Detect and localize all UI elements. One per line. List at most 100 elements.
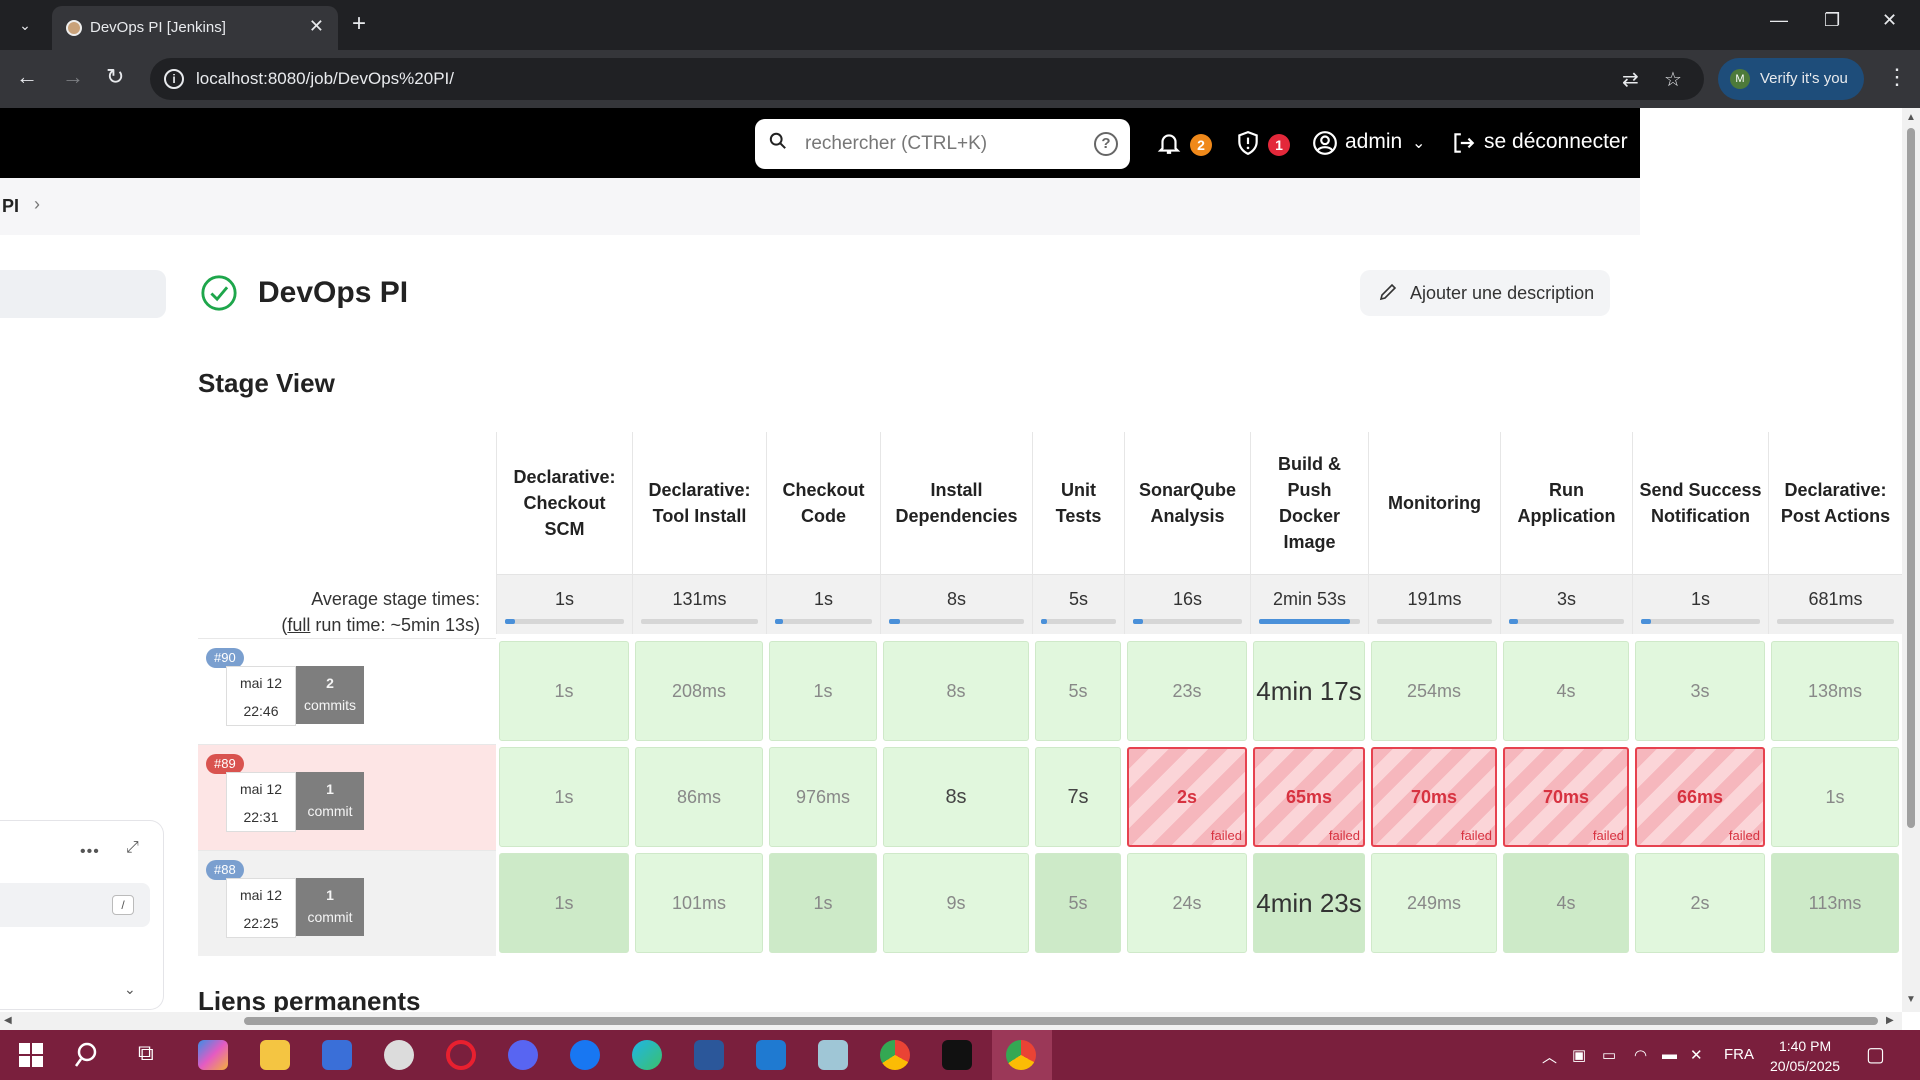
tray-display-icon[interactable]: ▭ bbox=[1602, 1046, 1616, 1064]
translate-icon[interactable]: ⇄ bbox=[1622, 67, 1639, 92]
more-options-icon[interactable]: ••• bbox=[80, 843, 100, 861]
stage-cell-success[interactable]: 8s bbox=[883, 747, 1029, 847]
stage-cell-success[interactable]: 5s bbox=[1035, 641, 1121, 741]
build-number-link[interactable]: #89 bbox=[206, 754, 244, 774]
expand-chevron-icon[interactable]: ⌄ bbox=[124, 981, 136, 998]
microsoft-store-icon[interactable] bbox=[322, 1040, 352, 1070]
stage-cell-success[interactable]: 2s bbox=[1635, 853, 1765, 953]
logout-link[interactable]: se déconnecter bbox=[1484, 130, 1628, 154]
stage-cell-success[interactable]: 113ms bbox=[1771, 853, 1899, 953]
url-text[interactable]: localhost:8080/job/DevOps%20PI/ bbox=[196, 69, 454, 89]
expand-icon[interactable]: ⤢ bbox=[126, 839, 139, 857]
tab-close-icon[interactable]: ✕ bbox=[309, 16, 324, 37]
restore-icon[interactable]: ❐ bbox=[1824, 10, 1840, 31]
build-row[interactable]: #88 mai 12 22:25 1 commit bbox=[198, 850, 496, 956]
breadcrumb-chevron-icon[interactable]: › bbox=[34, 194, 40, 215]
stage-cell-failed[interactable]: 70ms failed bbox=[1503, 747, 1629, 847]
windows-start-icon[interactable] bbox=[16, 1040, 46, 1070]
stage-cell-failed[interactable]: 65ms failed bbox=[1253, 747, 1365, 847]
logout-icon[interactable] bbox=[1450, 130, 1476, 156]
build-date-card[interactable]: mai 12 22:25 bbox=[226, 878, 296, 938]
stage-cell-success[interactable]: 23s bbox=[1127, 641, 1247, 741]
stage-cell-failed[interactable]: 70ms failed bbox=[1371, 747, 1497, 847]
build-filter-input[interactable]: / bbox=[0, 883, 150, 927]
stage-cell-success[interactable]: 24s bbox=[1127, 853, 1247, 953]
stage-cell-success[interactable]: 1s bbox=[499, 747, 629, 847]
build-commits-button[interactable]: 1 commit bbox=[296, 772, 364, 830]
notifications-bell-icon[interactable] bbox=[1156, 130, 1182, 156]
app-pinned-icon[interactable] bbox=[384, 1040, 414, 1070]
notifications-badge[interactable]: 2 bbox=[1190, 134, 1212, 156]
input-language[interactable]: FRA bbox=[1724, 1046, 1754, 1063]
stage-cell-success[interactable]: 1s bbox=[1771, 747, 1899, 847]
verify-profile-button[interactable]: M Verify it's you bbox=[1718, 58, 1864, 100]
tray-overflow-icon[interactable]: ︿ bbox=[1542, 1046, 1557, 1067]
build-commits-button[interactable]: 1 commit bbox=[296, 878, 364, 936]
tab-search-chevron-icon[interactable]: ⌄ bbox=[10, 11, 40, 39]
file-explorer-icon[interactable] bbox=[260, 1040, 290, 1070]
user-avatar-icon[interactable] bbox=[1312, 130, 1338, 156]
vertical-scrollbar[interactable]: ▲ ▼ bbox=[1902, 108, 1920, 1012]
build-number-link[interactable]: #88 bbox=[206, 860, 244, 880]
stage-cell-success[interactable]: 1s bbox=[499, 853, 629, 953]
taskbar-search-icon[interactable] bbox=[74, 1040, 104, 1070]
stage-cell-success[interactable]: 976ms bbox=[769, 747, 877, 847]
breadcrumb-item-job[interactable]: PI bbox=[2, 196, 19, 217]
volume-muted-icon[interactable]: ✕ bbox=[1690, 1046, 1703, 1064]
horizontal-scrollbar[interactable]: ◀ ▶ bbox=[0, 1012, 1902, 1030]
bookmark-star-icon[interactable]: ☆ bbox=[1664, 67, 1682, 92]
address-bar[interactable]: i localhost:8080/job/DevOps%20PI/ ⇄ ☆ bbox=[150, 58, 1704, 100]
stage-cell-success[interactable]: 9s bbox=[883, 853, 1029, 953]
battery-icon[interactable]: ▬ bbox=[1662, 1046, 1677, 1063]
stage-cell-success[interactable]: 254ms bbox=[1371, 641, 1497, 741]
sidebar-active-item[interactable] bbox=[0, 270, 166, 318]
forward-icon[interactable]: → bbox=[62, 64, 84, 90]
search-help-icon[interactable]: ? bbox=[1094, 132, 1118, 156]
window-close-icon[interactable]: ✕ bbox=[1882, 10, 1897, 31]
minimize-icon[interactable]: — bbox=[1770, 10, 1788, 31]
word-icon[interactable] bbox=[694, 1040, 724, 1070]
chrome-profile-icon[interactable] bbox=[1006, 1040, 1036, 1070]
build-date-card[interactable]: mai 12 22:46 bbox=[226, 666, 296, 726]
search-box[interactable]: ? bbox=[755, 119, 1130, 169]
stage-cell-success[interactable]: 4s bbox=[1503, 641, 1629, 741]
stage-cell-success[interactable]: 1s bbox=[769, 641, 877, 741]
system-clock[interactable]: 1:40 PM 20/05/2025 bbox=[1770, 1036, 1840, 1076]
vertical-scroll-thumb[interactable] bbox=[1907, 128, 1915, 828]
scroll-up-arrow-icon[interactable]: ▲ bbox=[1906, 112, 1916, 123]
stage-cell-success[interactable]: 249ms bbox=[1371, 853, 1497, 953]
stage-cell-success[interactable]: 101ms bbox=[635, 853, 763, 953]
stage-cell-success[interactable]: 7s bbox=[1035, 747, 1121, 847]
stage-cell-success[interactable]: 3s bbox=[1635, 641, 1765, 741]
user-dropdown-chevron-icon[interactable]: ⌄ bbox=[1412, 133, 1425, 153]
wifi-icon[interactable]: ◠ bbox=[1634, 1046, 1647, 1064]
back-icon[interactable]: ← bbox=[16, 64, 38, 90]
chrome-icon[interactable] bbox=[880, 1040, 910, 1070]
task-view-icon[interactable]: ⧉ bbox=[138, 1040, 154, 1066]
scroll-right-arrow-icon[interactable]: ▶ bbox=[1886, 1015, 1894, 1026]
terminal-icon[interactable] bbox=[942, 1040, 972, 1070]
stage-cell-failed[interactable]: 2s failed bbox=[1127, 747, 1247, 847]
new-tab-icon[interactable]: + bbox=[352, 10, 366, 38]
tray-meet-icon[interactable]: ▣ bbox=[1572, 1046, 1586, 1064]
search-input[interactable] bbox=[805, 119, 1075, 169]
build-date-card[interactable]: mai 12 22:31 bbox=[226, 772, 296, 832]
browser-menu-icon[interactable]: ⋮ bbox=[1886, 64, 1908, 90]
horizontal-scroll-thumb[interactable] bbox=[244, 1017, 1878, 1025]
build-row[interactable]: #89 mai 12 22:31 1 commit bbox=[198, 744, 496, 850]
stage-cell-success[interactable]: 8s bbox=[883, 641, 1029, 741]
scroll-down-arrow-icon[interactable]: ▼ bbox=[1906, 994, 1916, 1005]
copilot-icon[interactable] bbox=[198, 1040, 228, 1070]
stage-cell-success[interactable]: 4min 23s bbox=[1253, 853, 1365, 953]
stage-cell-success[interactable]: 86ms bbox=[635, 747, 763, 847]
stage-cell-success[interactable]: 4s bbox=[1503, 853, 1629, 953]
reload-icon[interactable]: ↻ bbox=[106, 64, 124, 90]
stage-cell-success[interactable]: 4min 17s bbox=[1253, 641, 1365, 741]
stage-cell-success[interactable]: 1s bbox=[769, 853, 877, 953]
browser-tab[interactable]: DevOps PI [Jenkins] ✕ bbox=[52, 6, 338, 50]
app-notes-icon[interactable] bbox=[818, 1040, 848, 1070]
edge-icon[interactable] bbox=[632, 1040, 662, 1070]
stage-cell-failed[interactable]: 66ms failed bbox=[1635, 747, 1765, 847]
build-row[interactable]: #90 mai 12 22:46 2 commits bbox=[198, 638, 496, 744]
security-badge[interactable]: 1 bbox=[1268, 134, 1290, 156]
